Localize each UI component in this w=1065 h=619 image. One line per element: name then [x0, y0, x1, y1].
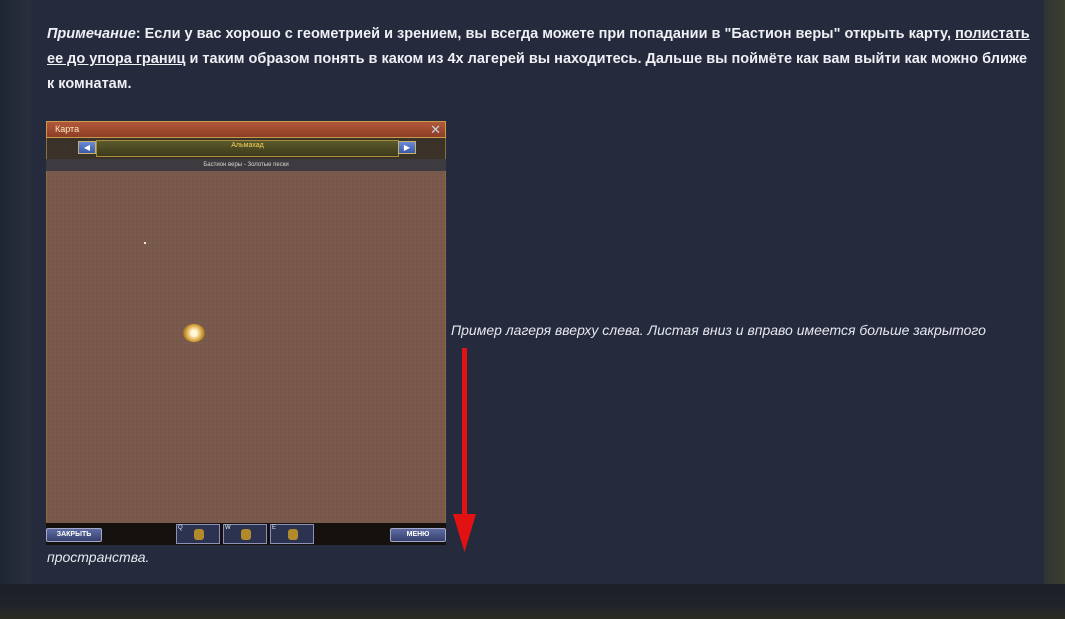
game-bottom-bar: ЗАКРЫТЬ Q W E МЕНЮ	[46, 523, 446, 545]
arrow-shaft	[462, 348, 467, 520]
arrow-left-icon: ◀	[78, 141, 96, 154]
arrow-head	[453, 514, 476, 552]
hotkey-label: Q	[178, 525, 183, 531]
camp-icon	[183, 324, 205, 342]
note-paragraph: Примечание: Если у вас хорошо с геометри…	[47, 22, 1032, 97]
game-map-screenshot: Карта ✕ ◀ Альмахад ▶ Бастион веры - Золо…	[46, 121, 446, 545]
game-region-name: Альмахад	[231, 142, 264, 149]
game-window-title: Карта	[55, 124, 80, 134]
caption-line-1: Пример лагеря вверху слева. Листая вниз …	[451, 322, 986, 338]
note-label: Примечание	[47, 26, 136, 42]
caption-line-2: пространства.	[47, 549, 150, 565]
game-menu-button: МЕНЮ	[390, 528, 446, 542]
hotkey-label: E	[272, 525, 277, 531]
skill-icon	[288, 529, 298, 540]
close-icon: ✕	[430, 122, 441, 137]
skill-icon	[194, 529, 204, 540]
map-marker-icon	[144, 242, 146, 244]
game-window-titlebar: Карта ✕	[46, 121, 446, 138]
arrow-right-icon: ▶	[398, 141, 416, 154]
game-subregion: Бастион веры - Золотые пески	[46, 159, 446, 171]
hotkey-label: W	[225, 525, 231, 531]
down-arrow-icon	[453, 348, 476, 552]
page-background-bottom	[0, 584, 1065, 619]
skill-icon	[241, 529, 251, 540]
note-text-1: : Если у вас хорошо с геометрией и зрени…	[135, 26, 956, 42]
game-region-bar: Альмахад	[96, 140, 399, 157]
game-close-button: ЗАКРЫТЬ	[46, 528, 102, 542]
hotkey-slot-e: E	[270, 524, 314, 544]
game-map-area	[46, 171, 446, 523]
game-region-nav: ◀ Альмахад ▶	[46, 138, 446, 159]
hotkey-slot-q: Q	[176, 524, 220, 544]
note-text-2: и таким образом понять в каком из 4х лаг…	[47, 51, 1028, 92]
hotkey-slot-w: W	[223, 524, 267, 544]
